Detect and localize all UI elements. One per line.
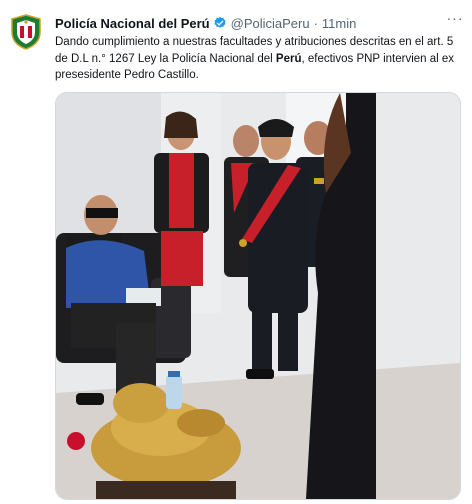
more-dots-icon[interactable]: ··· [444,10,466,30]
police-badge-icon[interactable] [10,14,42,50]
verified-check-icon [213,16,227,30]
tweet-text: Dando cumplimiento a nuestras facultades… [55,34,455,84]
tweet-text-bold: Perú [275,52,302,65]
author-name[interactable]: Policía Nacional del Perú [55,16,210,31]
tweet-card: Policía Nacional del Perú @PoliciaPeru ·… [0,0,472,504]
author-handle[interactable]: @PoliciaPeru [231,16,310,31]
separator-dot: · [313,15,318,31]
tweet-photo[interactable] [55,92,461,500]
tweet-timestamp[interactable]: 11min [322,16,356,31]
tweet-header: Policía Nacional del Perú @PoliciaPeru ·… [55,14,462,32]
